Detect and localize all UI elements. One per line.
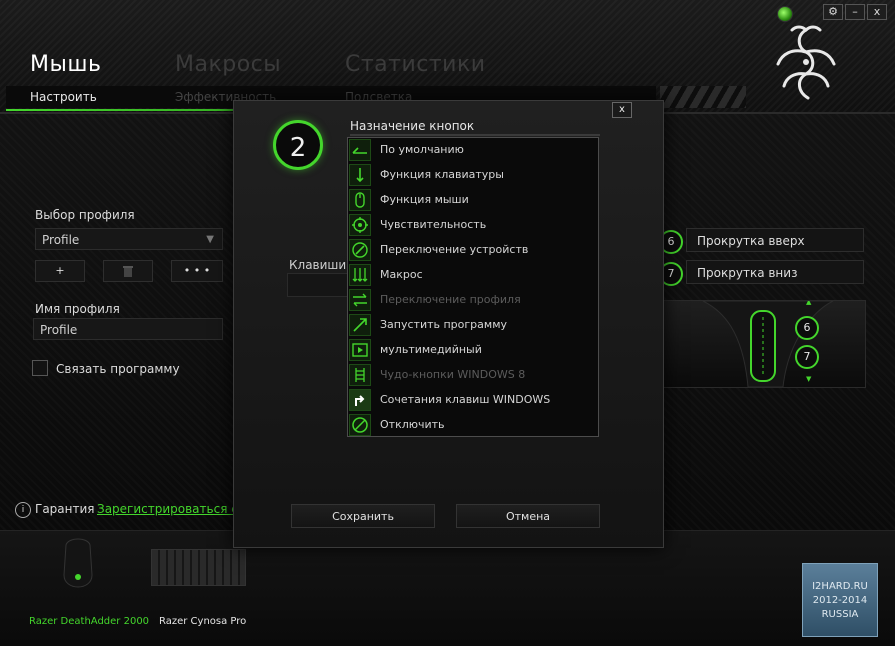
menu-item-multimedia[interactable]: мультимедийный — [348, 338, 598, 363]
menu-item-label: Переключение устройств — [380, 243, 529, 256]
multimedia-icon — [349, 339, 371, 361]
menu-item-keyboard-function[interactable]: Функция клавиатуры — [348, 163, 598, 188]
menu-item-label: По умолчанию — [380, 143, 464, 156]
menu-item-label: Чудо-кнопки WINDOWS 8 — [380, 368, 526, 381]
menu-item-label: Функция мыши — [380, 193, 469, 206]
watermark-line-3: RUSSIA — [821, 609, 859, 620]
cancel-button[interactable]: Отмена — [456, 504, 600, 528]
chevron-down-icon: ▼ — [206, 234, 214, 245]
menu-item-label: Отключить — [380, 418, 445, 431]
mouse-image-icon: ▲ ▼ — [702, 301, 834, 387]
menu-item-disable[interactable]: Отключить — [348, 413, 598, 438]
svg-text:▼: ▼ — [806, 375, 812, 383]
menu-item-mouse-function[interactable]: Функция мыши — [348, 188, 598, 213]
selected-button-number: 2 — [273, 120, 323, 170]
button-7-assignment[interactable]: Прокрутка вниз — [686, 260, 864, 284]
link-program-label: Связать программу — [56, 362, 180, 376]
save-button[interactable]: Сохранить — [291, 504, 435, 528]
close-button[interactable]: x — [867, 4, 887, 20]
app-header: ⚙ – x Мышь Макросы Статистики Настроить … — [0, 0, 895, 114]
tab-statistics[interactable]: Статистики — [345, 52, 486, 77]
menu-item-profile-switch[interactable]: Переключение профиля — [348, 288, 598, 313]
menu-item-label: Сочетания клавиш WINDOWS — [380, 393, 551, 406]
register-link[interactable]: Зарегистрироваться сей — [97, 502, 253, 516]
mouse-preview: ▲ ▼ — [662, 300, 866, 388]
device-switch-icon — [349, 239, 371, 261]
profile-dropdown[interactable]: Profile ▼ — [35, 228, 223, 250]
menu-item-macro[interactable]: Макрос — [348, 263, 598, 288]
deathadder-device-icon[interactable] — [58, 535, 98, 595]
menu-item-label: Функция клавиатуры — [380, 168, 504, 181]
dialog-title-divider — [350, 134, 600, 136]
profile-select-label: Выбор профиля — [35, 208, 135, 222]
sensitivity-icon — [349, 214, 371, 236]
settings-icon[interactable]: ⚙ — [823, 4, 843, 20]
svg-text:▲: ▲ — [806, 301, 812, 306]
button-6-assignment[interactable]: Прокрутка вверх — [686, 228, 864, 252]
decorative-stripes — [660, 86, 746, 108]
menu-item-label: Запустить программу — [380, 318, 507, 331]
background-keys-field — [287, 273, 351, 297]
site-watermark: I2HARD.RU 2012-2014 RUSSIA — [802, 563, 878, 637]
tab-mouse[interactable]: Мышь — [30, 52, 101, 77]
profile-name-input[interactable]: Profile — [33, 318, 223, 340]
watermark-line-2: 2012-2014 — [812, 595, 868, 606]
trash-icon — [123, 266, 133, 277]
more-options-button[interactable]: • • • — [171, 260, 223, 282]
windows-shortcut-icon — [349, 389, 371, 411]
menu-item-label: мультимедийный — [380, 343, 482, 356]
link-program-checkbox[interactable] — [32, 360, 48, 376]
menu-item-windows8-charms[interactable]: Чудо-кнопки WINDOWS 8 — [348, 363, 598, 388]
info-icon: i — [15, 502, 31, 518]
menu-item-launch-program[interactable]: Запустить программу — [348, 313, 598, 338]
device-cynosa[interactable]: Razer Cynosa Pro — [159, 616, 246, 627]
assignment-menu: По умолчанию Функция клавиатуры Функция … — [347, 137, 599, 437]
tab-macros[interactable]: Макросы — [175, 52, 281, 77]
menu-item-label: Переключение профиля — [380, 293, 521, 306]
device-deathadder[interactable]: Razer DeathAdder 2000 — [29, 616, 149, 627]
disable-icon — [349, 414, 371, 436]
profile-switch-icon — [349, 289, 371, 311]
menu-item-default[interactable]: По умолчанию — [348, 138, 598, 163]
menu-item-windows-shortcut[interactable]: Сочетания клавиш WINDOWS — [348, 388, 598, 413]
preview-button-6-marker[interactable]: 6 — [795, 316, 819, 340]
razer-logo-icon — [776, 25, 836, 100]
subtab-customize[interactable]: Настроить — [30, 90, 97, 104]
keyboard-device-icon[interactable] — [151, 549, 246, 586]
menu-item-device-switch[interactable]: Переключение устройств — [348, 238, 598, 263]
menu-item-label: Макрос — [380, 268, 423, 281]
macro-icon — [349, 264, 371, 286]
window-controls: ⚙ – x — [823, 4, 887, 20]
preview-button-7-marker[interactable]: 7 — [795, 345, 819, 369]
delete-profile-button[interactable] — [103, 260, 153, 282]
launch-program-icon — [349, 314, 371, 336]
watermark-line-1: I2HARD.RU — [812, 581, 868, 592]
warranty-label: Гарантия — [35, 502, 95, 516]
dialog-close-button[interactable]: x — [612, 102, 632, 118]
windows8-charms-icon — [349, 364, 371, 386]
keyboard-function-icon — [349, 164, 371, 186]
dialog-title: Назначение кнопок — [350, 119, 475, 133]
menu-item-sensitivity[interactable]: Чувствительность — [348, 213, 598, 238]
add-profile-button[interactable]: + — [35, 260, 85, 282]
mouse-function-icon — [349, 189, 371, 211]
profile-name-label: Имя профиля — [35, 302, 120, 316]
menu-item-label: Чувствительность — [380, 218, 487, 231]
status-indicator-icon[interactable] — [777, 6, 793, 22]
default-icon — [349, 139, 371, 161]
profile-dropdown-value: Profile — [42, 233, 80, 247]
minimize-button[interactable]: – — [845, 4, 865, 20]
